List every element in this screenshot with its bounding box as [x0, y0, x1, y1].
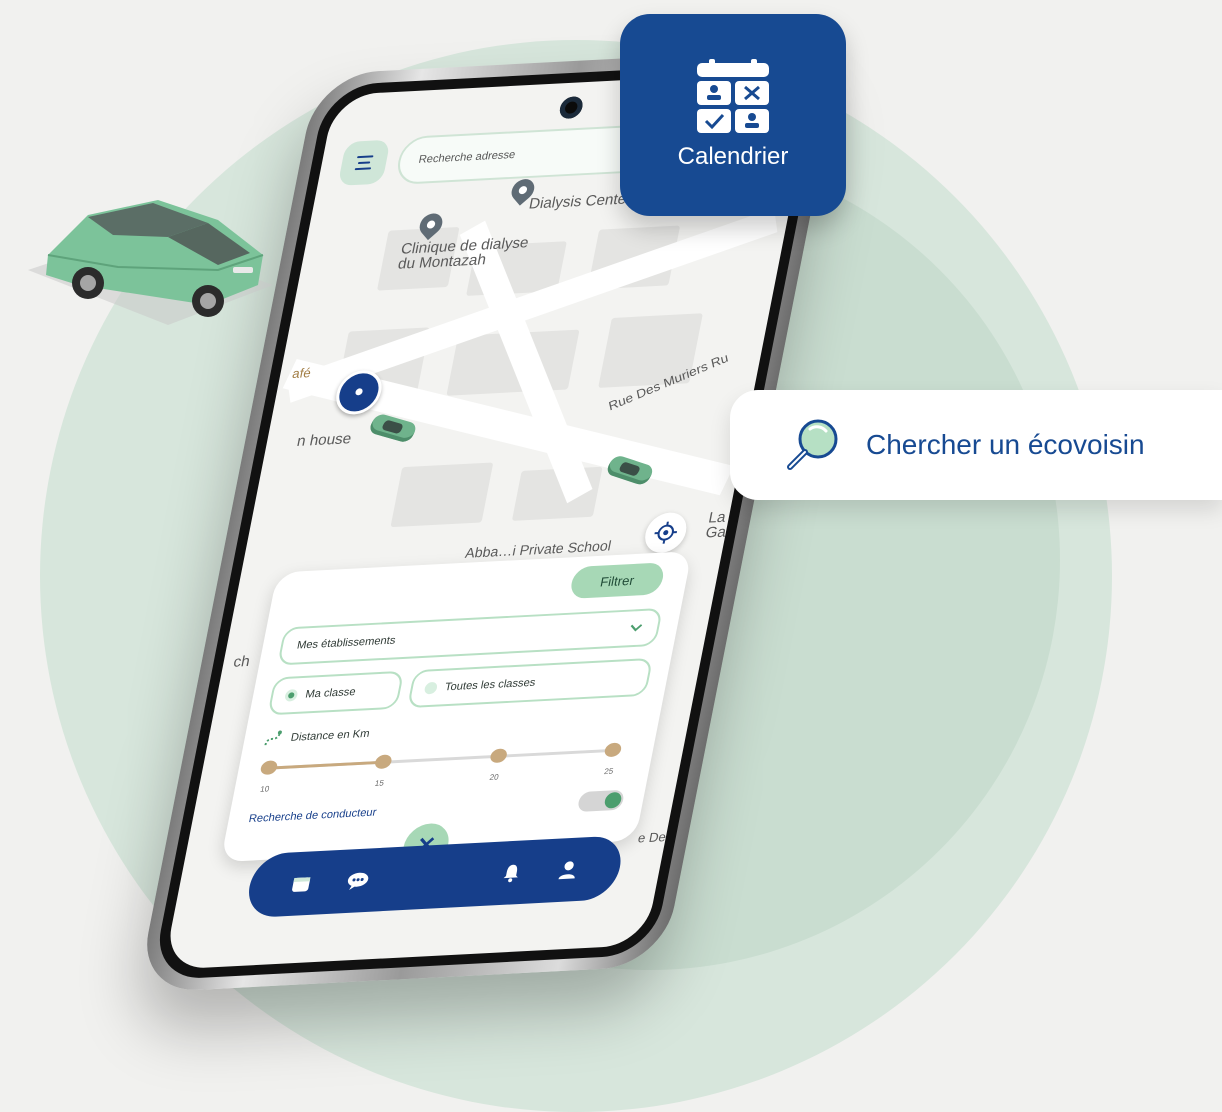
- calendar-icon[interactable]: [288, 872, 315, 895]
- slider-tick-label: 25: [603, 767, 614, 776]
- filter-button[interactable]: Filtrer: [569, 562, 666, 599]
- slider-fill: [269, 761, 384, 770]
- crosshair-icon: [651, 520, 680, 545]
- slider-tick-label: 20: [489, 773, 500, 782]
- bell-icon[interactable]: [498, 861, 525, 884]
- user-icon[interactable]: [555, 858, 582, 881]
- radio-label: Ma classe: [304, 686, 356, 701]
- search-ecovoisin-card[interactable]: Chercher un écovoisin: [730, 390, 1222, 500]
- slider-knob[interactable]: [374, 754, 393, 769]
- establishments-select[interactable]: Mes établissements: [277, 608, 663, 666]
- radio-label: Toutes les classes: [444, 677, 537, 694]
- establishments-select-value: Mes établissements: [296, 635, 397, 652]
- calendar-card-title: Calendrier: [678, 143, 789, 171]
- slider-knob[interactable]: [489, 748, 508, 763]
- map-label-cafe: afé: [291, 365, 312, 381]
- map-label-de: e De: [637, 829, 668, 845]
- chat-icon[interactable]: [345, 869, 372, 892]
- slider-tick-label: 15: [374, 778, 385, 787]
- map-label-dialysis-center: Dialysis Center: [527, 190, 632, 212]
- class-radio-group: Ma classe Toutes les classes: [267, 658, 653, 718]
- radio-dot-selected: [284, 689, 298, 702]
- radio-ma-classe[interactable]: Ma classe: [267, 671, 404, 716]
- distance-label: Distance en Km: [263, 726, 371, 747]
- calendar-grid-icon: [695, 59, 771, 133]
- map-building: [390, 462, 493, 527]
- map-label-la: La Ga: [704, 510, 730, 541]
- driver-search-toggle[interactable]: [577, 790, 625, 812]
- slider-knob[interactable]: [603, 742, 622, 757]
- radio-dot: [424, 682, 438, 695]
- slider-tick-label: 10: [259, 784, 270, 793]
- distance-route-icon: [263, 730, 282, 747]
- calendar-card[interactable]: Calendrier: [620, 14, 846, 216]
- chevron-down-icon: [628, 623, 644, 634]
- search-ecovoisin-label: Chercher un écovoisin: [866, 429, 1145, 461]
- map-label-ch: ch: [232, 653, 251, 671]
- radio-toutes-classes[interactable]: Toutes les classes: [407, 658, 653, 708]
- map-label-house: n house: [295, 430, 352, 450]
- slider-knob[interactable]: [260, 760, 279, 775]
- car-illustration: [18, 175, 278, 335]
- menu-icon: [357, 155, 374, 158]
- driver-search-label: Recherche de conducteur: [248, 807, 378, 826]
- filter-panel: Filtrer Mes établissements Ma classe Tou…: [220, 551, 692, 862]
- search-icon: [782, 415, 842, 475]
